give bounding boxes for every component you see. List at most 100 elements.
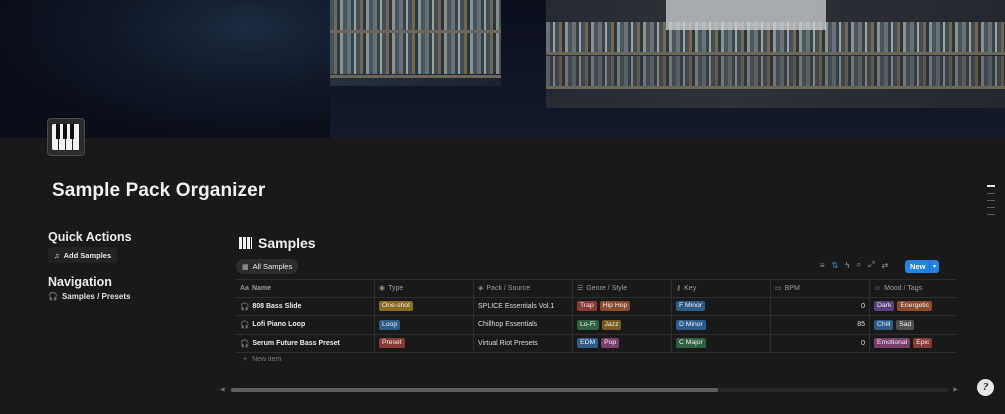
cell-type[interactable]: One-shot [375,297,474,315]
headphones-icon: 🎧 [240,338,250,348]
plus-icon: + [243,356,248,363]
view-tab-all-samples[interactable]: ▦ All Samples [236,259,299,274]
cell-name[interactable]: 🎧 Serum Future Bass Preset [236,334,375,352]
headphones-icon: 🎧 [240,301,250,311]
column-header-bpm[interactable]: ▭ BPM [771,280,870,297]
cell-bpm[interactable]: 85 [771,316,870,334]
quick-actions-heading: Quick Actions [48,230,132,244]
column-header-key[interactable]: ⚷ Key [672,280,771,297]
cell-pack[interactable]: Virtual Riot Presets [474,334,573,352]
key-tag[interactable]: D Minor [676,319,706,330]
column-header-name[interactable]: Aa Name [236,280,375,297]
add-samples-button[interactable]: ♫ Add Samples [48,247,118,263]
text-property-icon: Aa [240,284,249,292]
tag[interactable]: Lo-Fi [577,319,599,330]
sample-name: Serum Future Bass Preset [252,339,340,347]
cell-pack[interactable]: SPLICE Essentials Vol.1 [474,297,573,315]
tag[interactable]: Hip Hop [599,301,631,312]
samples-presets-link[interactable]: 🎧 Samples / Presets [48,292,130,301]
page-title[interactable]: Sample Pack Organizer [52,180,265,202]
tag[interactable]: Jazz [601,319,622,330]
samples-table: Aa Name ◉ Type ◈ Pack / Source ☰ Genre / Sty… [236,279,956,353]
tag[interactable]: Energetic [897,301,933,312]
cell-mood[interactable]: Dark Energetic [870,298,956,316]
bpm-value: 0 [861,339,865,347]
database-toolbar: ≡ ⇅ ϟ ⌕ ⤢ ⇄ [820,260,888,270]
tags-icon: ☺ [874,284,882,292]
tag[interactable]: Pop [601,338,620,349]
cell-pack[interactable]: Chillhop Essentials [474,316,573,334]
type-tag[interactable]: Preset [379,338,405,349]
database-title[interactable]: Samples [239,235,316,251]
column-header-genre[interactable]: ☰ Genre / Style [573,280,672,297]
sort-icon[interactable]: ⇅ [832,261,839,270]
new-button-label: New [910,262,926,271]
tag[interactable]: Trap [577,301,597,312]
multi-select-icon: ☰ [577,285,584,293]
cell-type[interactable]: Loop [375,316,474,334]
help-icon[interactable]: ? [977,379,994,396]
chevron-down-icon[interactable]: ▾ [929,260,939,273]
samples-presets-label: Samples / Presets [61,292,131,301]
piano-icon[interactable] [47,118,85,156]
type-tag[interactable]: Loop [379,319,401,330]
column-header-pack[interactable]: ◈ Pack / Source [474,280,573,297]
tag[interactable]: Chill [874,319,894,330]
number-icon: ▭ [775,285,782,293]
navigation-heading: Navigation [48,275,112,289]
expand-icon[interactable]: ⤢ [868,260,874,270]
view-tab-label: All Samples [252,262,293,271]
sample-name: 808 Bass Slide [252,302,302,310]
tag[interactable]: Dark [874,301,895,312]
automation-icon[interactable]: ϟ [845,261,849,270]
cell-mood[interactable]: Chill Sad [870,316,956,334]
search-icon[interactable]: ⌕ [857,260,861,270]
headphones-icon: 🎧 [240,320,250,330]
cell-name[interactable]: 🎧 Lofi Piano Loop [236,316,375,334]
cell-bpm[interactable]: 0 [771,297,870,315]
horizontal-scrollbar[interactable]: ◀ ▶ [220,386,958,394]
music-note-icon: ♫ [54,250,60,260]
column-header-type[interactable]: ◉ Type [375,280,474,297]
table-header-row: Aa Name ◉ Type ◈ Pack / Source ☰ Genre / Sty… [236,279,956,298]
new-button[interactable]: New ▾ [905,260,939,273]
sample-name: Lofi Piano Loop [252,321,306,329]
piano-icon [239,237,252,249]
scrollbar-thumb[interactable] [231,388,718,392]
scroll-right-icon[interactable]: ▶ [953,386,958,393]
tag[interactable]: EDM [577,338,599,349]
cell-type[interactable]: Preset [375,334,474,352]
tag[interactable]: Epic [913,338,933,349]
cell-genre[interactable]: EDM Pop [573,334,672,352]
table-row[interactable]: 🎧 Serum Future Bass Preset Preset Virtual R… [236,334,956,353]
new-item-row[interactable]: + New item [243,356,281,363]
cover-sign [666,0,826,30]
pack-text: SPLICE Essentials Vol.1 [478,302,555,310]
key-tag[interactable]: F Minor [676,301,706,312]
bpm-value: 0 [861,302,865,310]
cell-genre[interactable]: Lo-Fi Jazz [573,316,672,334]
new-item-label: New item [252,356,282,363]
cell-name[interactable]: 🎧 808 Bass Slide [236,297,375,315]
column-header-mood[interactable]: ☺ Mood / Tags [870,280,956,297]
pack-text: Chillhop Essentials [478,321,538,329]
table-row[interactable]: 🎧 Lofi Piano Loop Loop Chillhop Essentials L… [236,316,956,335]
cell-key[interactable]: C Major [672,334,771,352]
cell-mood[interactable]: Emotional Epic [870,335,956,353]
scroll-left-icon[interactable]: ◀ [220,386,225,393]
cell-key[interactable]: D Minor [672,316,771,334]
cell-key[interactable]: F Minor [672,297,771,315]
settings-icon[interactable]: ⇄ [882,261,889,270]
tag[interactable]: Emotional [874,338,911,349]
page-outline-indicator[interactable] [987,185,995,221]
add-samples-label: Add Samples [63,250,112,260]
tag[interactable]: Sad [896,319,915,330]
table-row[interactable]: 🎧 808 Bass Slide One-shot SPLICE Essentials… [236,297,956,316]
key-tag[interactable]: C Major [676,338,706,349]
cell-bpm[interactable]: 0 [771,334,870,352]
table-view-icon: ▦ [242,263,249,271]
type-tag[interactable]: One-shot [379,301,413,312]
cell-genre[interactable]: Trap Hip Hop [573,297,672,315]
select-icon: ◉ [379,285,386,293]
filter-icon[interactable]: ≡ [820,261,825,270]
